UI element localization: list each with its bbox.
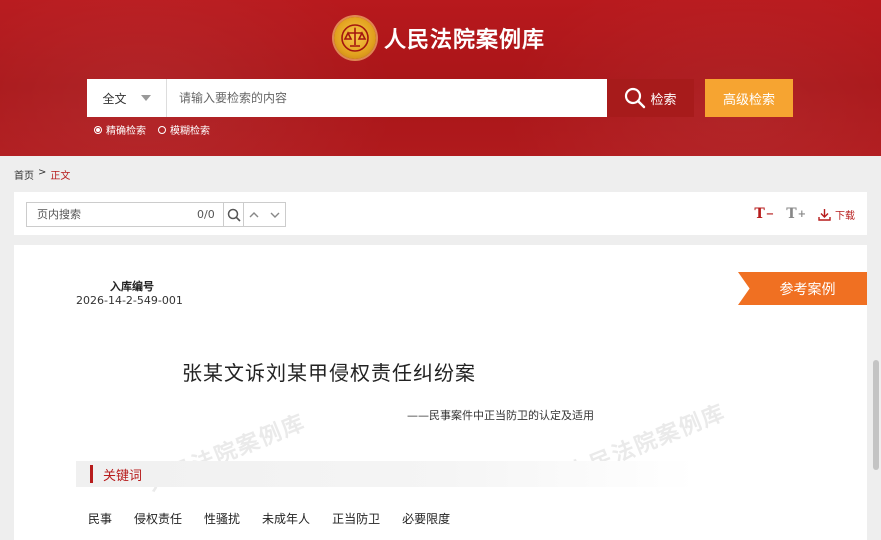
in-page-search: 0/0 bbox=[26, 202, 286, 227]
search-scope-select[interactable]: 全文 bbox=[87, 79, 167, 117]
breadcrumb-separator: > bbox=[38, 167, 47, 178]
font-increase-button[interactable]: T + bbox=[786, 206, 806, 222]
advanced-search-button[interactable]: 高级检索 bbox=[705, 79, 793, 117]
case-title: 张某文诉刘某甲侵权责任纠纷案 bbox=[182, 361, 476, 385]
match-options: 精确检索 模糊检索 bbox=[94, 122, 210, 137]
case-content: 入库编号 2026-14-2-549-001 参考案例 张某文诉刘某甲侵权责任纠… bbox=[14, 245, 867, 540]
match-option-fuzzy[interactable]: 模糊检索 bbox=[158, 122, 210, 137]
in-page-search-input[interactable] bbox=[27, 203, 177, 226]
radio-unselected-icon bbox=[158, 125, 166, 134]
font-decrease-button[interactable]: T − bbox=[754, 206, 774, 222]
keyword: 民事 bbox=[88, 512, 113, 526]
download-icon bbox=[818, 208, 831, 221]
article-toolbar: 0/0 T− T+ bbox=[14, 192, 867, 235]
entry-number: 2026-14-2-549-001 bbox=[76, 294, 183, 307]
search-icon bbox=[625, 87, 646, 109]
keyword: 必要限度 bbox=[402, 512, 451, 526]
keywords-heading: 关键词 bbox=[103, 468, 143, 484]
keyword: 未成年人 bbox=[262, 512, 311, 526]
font-increase-sign: + bbox=[797, 208, 806, 220]
keyword: 正当防卫 bbox=[332, 512, 381, 526]
font-decrease-icon: T bbox=[754, 206, 765, 222]
search-input[interactable] bbox=[167, 79, 607, 117]
download-label: 下载 bbox=[835, 210, 855, 222]
breadcrumb-current: 正文 bbox=[50, 171, 71, 182]
radio-selected-icon bbox=[94, 125, 102, 134]
next-match-button[interactable] bbox=[264, 203, 285, 226]
search-button-label: 检索 bbox=[650, 92, 677, 108]
reference-case-ribbon: 参考案例 bbox=[738, 272, 867, 305]
match-option-label: 模糊检索 bbox=[170, 126, 210, 137]
search-scope-value: 全文 bbox=[102, 91, 127, 106]
chevron-up-icon bbox=[249, 211, 259, 217]
toolbar-actions: T − T + 下载 bbox=[754, 206, 855, 222]
keyword: 侵权责任 bbox=[134, 512, 183, 526]
font-increase-icon: T bbox=[786, 206, 797, 222]
site-logo[interactable]: 人民法院案例库 bbox=[334, 14, 545, 62]
breadcrumb-home[interactable]: 首页 bbox=[14, 167, 34, 182]
court-emblem-icon bbox=[334, 17, 376, 59]
search-icon bbox=[227, 208, 241, 222]
entry-number-label: 入库编号 bbox=[110, 280, 154, 293]
search-bar: 全文 bbox=[87, 79, 607, 117]
site-header: 人民法院案例库 全文 检索 高级检索 精确检索 模糊检索 bbox=[0, 0, 881, 156]
breadcrumb: 首页 > 正文 bbox=[14, 167, 70, 182]
match-count: 0/0 bbox=[196, 208, 215, 221]
section-marker bbox=[90, 465, 93, 483]
keyword-list: 民事 侵权责任 性骚扰 未成年人 正当防卫 必要限度 bbox=[88, 510, 450, 527]
chevron-down-icon bbox=[270, 212, 280, 218]
search-button[interactable]: 检索 bbox=[607, 79, 694, 117]
download-button[interactable]: 下载 bbox=[818, 207, 855, 222]
keywords-section-header: 关键词 bbox=[76, 461, 696, 487]
match-option-exact[interactable]: 精确检索 bbox=[94, 122, 146, 137]
previous-match-button[interactable] bbox=[243, 203, 265, 226]
font-decrease-sign: − bbox=[765, 208, 775, 220]
chevron-down-icon bbox=[140, 95, 151, 101]
keyword: 性骚扰 bbox=[204, 512, 241, 526]
page-scrollbar[interactable] bbox=[873, 360, 879, 470]
in-page-search-button[interactable] bbox=[222, 203, 244, 226]
match-option-label: 精确检索 bbox=[106, 126, 146, 137]
site-title: 人民法院案例库 bbox=[384, 27, 546, 53]
